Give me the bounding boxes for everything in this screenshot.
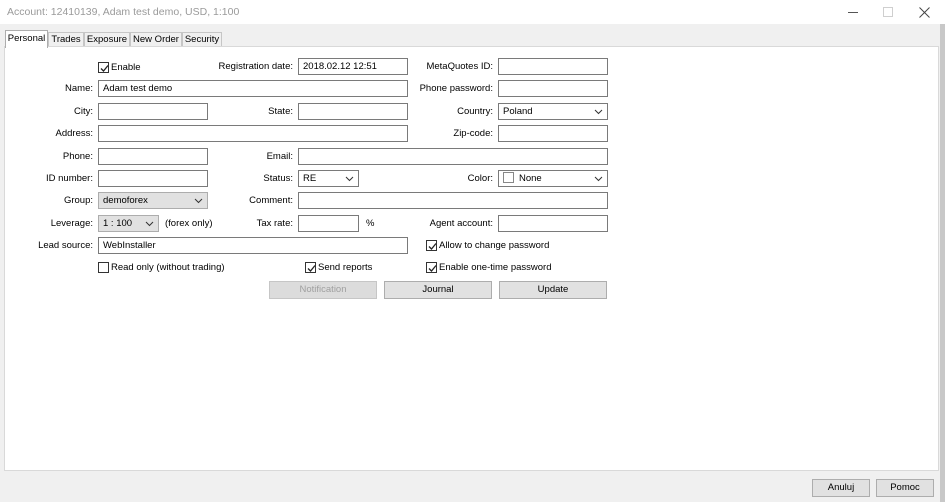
chevron-down-icon [345,176,354,182]
tab-new-order[interactable]: New Order [130,32,182,47]
color-value: None [519,173,542,184]
country-select[interactable]: Poland [498,103,608,120]
registration-date-field[interactable]: 2018.02.12 12:51 [298,58,408,75]
title-bar: Account: 12410139, Adam test demo, USD, … [0,0,945,24]
group-select[interactable]: demoforex [98,192,208,209]
leverage-select[interactable]: 1 : 100 [98,215,159,232]
leverage-note: (forex only) [165,218,213,229]
minimize-icon [848,12,858,13]
status-label: Status: [263,173,293,184]
phone-password-field[interactable] [498,80,608,97]
color-select[interactable]: None [498,170,608,187]
check-icon [428,242,437,250]
color-label: Color: [467,173,493,184]
chevron-down-icon [145,221,154,227]
update-button[interactable]: Update [499,281,607,299]
check-icon [307,264,316,272]
chevron-down-icon [594,109,603,115]
close-button[interactable] [906,0,942,24]
email-field[interactable] [298,148,608,165]
allow-change-password-label: Allow to change password [439,239,550,251]
send-reports-box[interactable] [305,261,316,273]
address-field[interactable] [98,125,408,142]
chevron-down-icon [594,176,603,182]
metaquotes-id-field[interactable] [498,58,608,75]
send-reports-checkbox[interactable]: Send reports [305,260,372,274]
color-swatch [503,171,514,183]
one-time-password-box[interactable] [426,261,437,273]
one-time-password-label: Enable one-time password [439,261,552,273]
maximize-icon [883,7,893,17]
check-icon [100,64,109,72]
phone-field[interactable] [98,148,208,165]
leverage-value: 1 : 100 [103,218,133,229]
status-value: RE [303,173,317,184]
state-field[interactable] [298,103,408,120]
leverage-label: Leverage: [50,218,93,229]
state-label: State: [268,106,293,117]
enable-checkbox-box[interactable] [98,61,109,73]
cancel-button[interactable]: Anuluj [812,479,870,497]
tab-trades[interactable]: Trades [48,32,84,47]
group-value: demoforex [103,195,148,206]
address-label: Address: [55,128,94,139]
journal-button[interactable]: Journal [384,281,492,299]
city-label: City: [74,106,93,117]
phone-password-label: Phone password: [419,83,493,94]
agent-account-label: Agent account: [429,218,493,229]
lead-source-field[interactable]: WebInstaller [98,237,408,254]
comment-field[interactable] [298,192,608,209]
id-number-label: ID number: [46,173,93,184]
enable-label: Enable [111,61,141,73]
allow-change-password-checkbox[interactable]: Allow to change password [426,238,549,252]
check-icon [428,264,437,272]
email-label: Email: [266,151,293,162]
send-reports-label: Send reports [318,261,373,273]
read-only-label: Read only (without trading) [111,261,225,273]
maximize-button[interactable] [870,0,906,24]
city-field[interactable] [98,103,208,120]
close-icon [918,6,930,18]
one-time-password-checkbox[interactable]: Enable one-time password [426,260,551,274]
read-only-box[interactable] [98,261,109,273]
minimize-button[interactable] [835,0,871,24]
registration-date-label: Registration date: [218,61,293,72]
window-title: Account: 12410139, Adam test demo, USD, … [7,6,240,18]
zip-code-field[interactable] [498,125,608,142]
tab-security[interactable]: Security [182,32,222,47]
country-value: Poland [503,106,533,117]
chevron-down-icon [194,198,203,204]
tab-personal[interactable]: Personal [5,30,48,48]
tab-exposure[interactable]: Exposure [84,32,130,47]
notification-button[interactable]: Notification [269,281,377,299]
zip-code-label: Zip-code: [453,128,493,139]
status-select[interactable]: RE [298,170,359,187]
tax-rate-field[interactable] [298,215,359,232]
name-label: Name: [65,83,93,94]
group-label: Group: [63,195,93,206]
read-only-checkbox[interactable]: Read only (without trading) [98,260,225,274]
window-edge-scrollbar[interactable] [940,24,945,502]
tax-rate-label: Tax rate: [256,218,293,229]
country-label: Country: [457,106,493,117]
comment-label: Comment: [249,195,293,206]
lead-source-label: Lead source: [38,240,93,251]
help-button[interactable]: Pomoc [876,479,934,497]
name-field[interactable]: Adam test demo [98,80,408,97]
agent-account-field[interactable] [498,215,608,232]
enable-checkbox[interactable]: Enable [98,60,141,74]
phone-label: Phone: [62,151,93,162]
tax-rate-unit: % [366,218,375,229]
allow-change-password-box[interactable] [426,239,437,251]
id-number-field[interactable] [98,170,208,187]
metaquotes-id-label: MetaQuotes ID: [426,61,493,72]
